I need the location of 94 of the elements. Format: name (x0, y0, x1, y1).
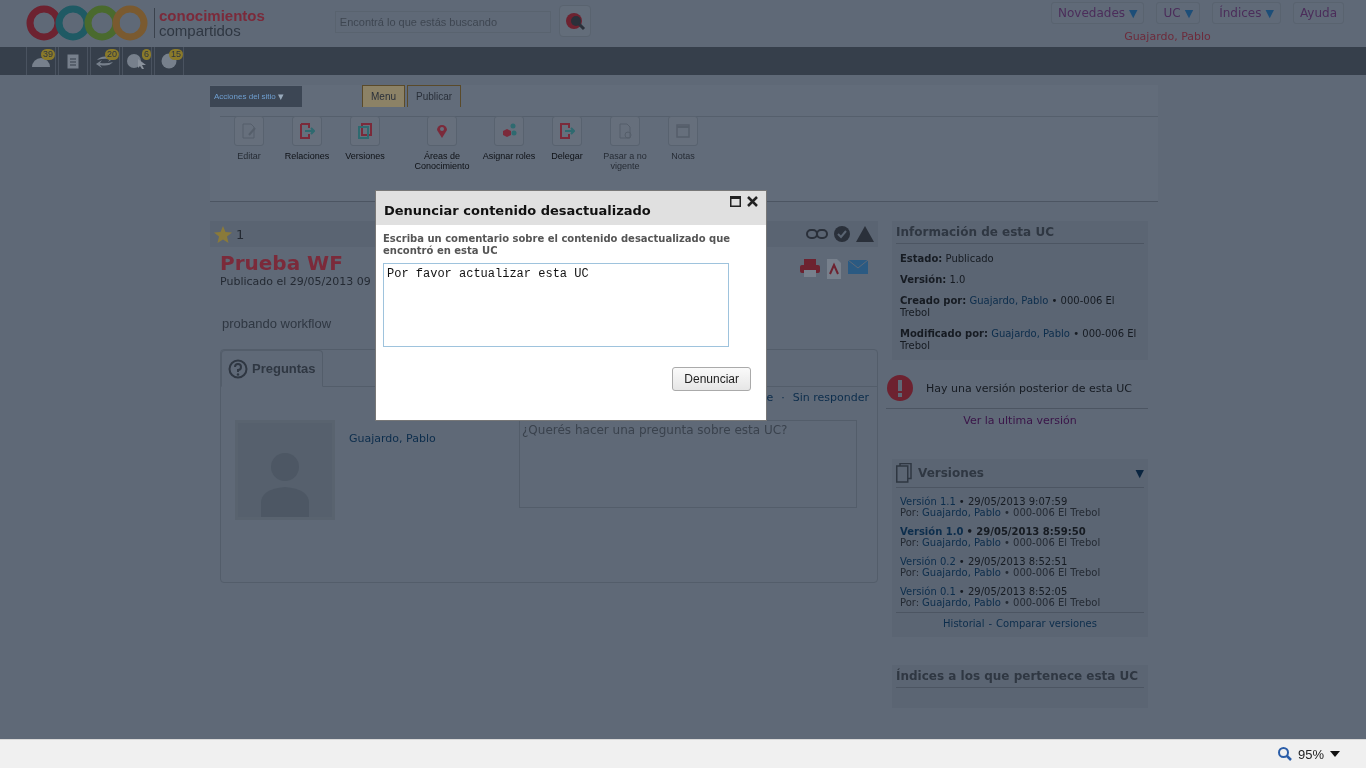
caret-icon: ▼ (1129, 6, 1138, 20)
toolbar-button[interactable] (58, 47, 88, 75)
version-link[interactable]: Versión 0.2 (900, 556, 956, 567)
logo-icon (26, 5, 148, 41)
caret-icon: ▼ (1184, 6, 1194, 20)
count-badge: 39 (41, 49, 55, 60)
nav-menu-button[interactable]: UC ▼ (1156, 2, 1201, 24)
search-icon (563, 10, 586, 32)
star-icon (214, 225, 232, 243)
ribbon-button[interactable]: Delegar (538, 116, 596, 171)
author-label: Por: (900, 567, 920, 578)
search-button[interactable] (558, 5, 591, 37)
versions-link[interactable]: Comparar versiones (996, 618, 1097, 629)
author-link[interactable]: Guajardo, Pablo (922, 567, 1001, 578)
report-button[interactable]: Denunciar (672, 367, 751, 391)
zoom-level[interactable]: 95% (1297, 746, 1324, 762)
site-actions-dropdown[interactable]: Acciones del sitio ▾ (210, 86, 302, 107)
filter-link[interactable]: e (766, 391, 774, 404)
warning-icon (856, 226, 874, 242)
help-icon (228, 358, 248, 379)
user-name[interactable]: Guajardo, Pablo (1124, 30, 1211, 43)
roles-icon (501, 123, 517, 139)
dialog-prompt: Escriba un comentario sobre el contenido desactualizado que encontró en esta UC (383, 233, 732, 257)
version-date: • 29/05/2013 8:52:51 (958, 556, 1068, 567)
nav-menu-button[interactable]: Ayuda (1292, 2, 1344, 24)
check-icon (834, 226, 850, 242)
ribbon-button[interactable]: Áreas de Conocimiento (404, 116, 480, 171)
ribbon-button[interactable]: Relaciones (278, 116, 336, 171)
documents-icon (896, 463, 912, 483)
versions-icon (357, 123, 373, 139)
dialog-title: Denunciar contenido desactualizado (384, 203, 651, 218)
author-label: Por: (900, 597, 920, 608)
ribbon-tab[interactable]: Publicar (407, 85, 462, 107)
comment-field[interactable]: Por favor actualizar esta UC (383, 263, 729, 347)
toolbar-button[interactable]: 39 (26, 47, 56, 75)
maximize-icon (730, 196, 741, 207)
info-field: Estado: Publicado (900, 253, 1140, 265)
rating-count: 1 (236, 226, 245, 242)
mail-icon (848, 259, 868, 275)
author-link[interactable]: Guajardo, Pablo (922, 507, 1001, 518)
nav-menu-button[interactable]: Índices ▼ (1212, 2, 1281, 24)
zoom-icon (1277, 747, 1292, 761)
nav-menu-button[interactable]: Novedades ▼ (1051, 2, 1145, 24)
published-date: Publicado el 29/05/2013 09 (220, 275, 371, 288)
caret-icon[interactable]: ▼ (1135, 466, 1144, 480)
author-link[interactable]: Guajardo, Pablo (969, 295, 1049, 306)
delegate-icon (559, 123, 575, 139)
info-field: Versión: 1.0 (900, 274, 1140, 286)
author-link[interactable]: Guajardo, Pablo (349, 432, 519, 520)
version-link[interactable]: Versión 1.0 (900, 526, 964, 537)
author-label: Por: (900, 507, 920, 518)
filter-link[interactable]: Sin responder (792, 391, 869, 404)
author-link[interactable]: Guajardo, Pablo (922, 537, 1001, 548)
version-date: • 29/05/2013 8:52:05 (958, 586, 1068, 597)
toolbar-button[interactable]: 20 (90, 47, 120, 75)
version-link[interactable]: Versión 0.1 (900, 586, 956, 597)
office-text: • 000-006 El Trebol (1003, 597, 1101, 608)
office-text: • 000-006 El Trebol (1003, 507, 1101, 518)
alert-message: Hay una versión posterior de esta UC (926, 381, 1132, 395)
pdf-icon (826, 259, 842, 279)
document-icon (67, 53, 79, 69)
toolbar-button[interactable]: 6 (122, 47, 152, 75)
count-badge: 6 (142, 49, 151, 60)
close-icon (747, 196, 758, 207)
count-badge: 15 (169, 49, 183, 60)
info-field: Modificado por: Guajardo, Pablo • 000-006 El Trebol (900, 328, 1140, 352)
info-field: Creado por: Guajardo, Pablo • 000-006 El Trebol (900, 295, 1140, 319)
count-badge: 20 (105, 49, 119, 60)
ribbon-tab[interactable]: Menu (362, 85, 405, 107)
logo-text: conocimientos (159, 8, 265, 23)
author-link[interactable]: Guajardo, Pablo (922, 597, 1001, 608)
print-icon (800, 259, 820, 277)
dropdown-arrow-icon (1330, 751, 1340, 757)
ribbon-button[interactable]: Versiones (336, 116, 394, 171)
caret-icon: ▼ (1265, 6, 1274, 20)
document-title: Prueba WF (220, 251, 344, 275)
office-text: • 000-006 El Trebol (1003, 537, 1101, 548)
author-link[interactable]: Guajardo, Pablo (991, 328, 1070, 339)
author-label: Por: (900, 537, 920, 548)
separator-dot: · (781, 391, 785, 404)
alert-icon (886, 374, 914, 402)
map-pin-icon (434, 123, 450, 139)
version-date: • 29/05/2013 8:59:50 (966, 526, 1086, 537)
version-link[interactable]: Versión 1.1 (900, 496, 956, 507)
versions-link[interactable]: Historial (943, 618, 985, 629)
relations-icon (299, 123, 315, 139)
link-icon (806, 228, 828, 240)
latest-version-link[interactable]: Ver la ultima versión (892, 414, 1148, 427)
toolbar-button[interactable]: 15 (154, 47, 184, 75)
ribbon-button[interactable]: Asignar roles (480, 116, 538, 171)
office-text: • 000-006 El Trebol (1003, 567, 1101, 578)
question-pointer-icon (127, 53, 147, 69)
version-date: • 29/05/2013 9:07:59 (958, 496, 1068, 507)
separator-text: - (988, 618, 993, 629)
